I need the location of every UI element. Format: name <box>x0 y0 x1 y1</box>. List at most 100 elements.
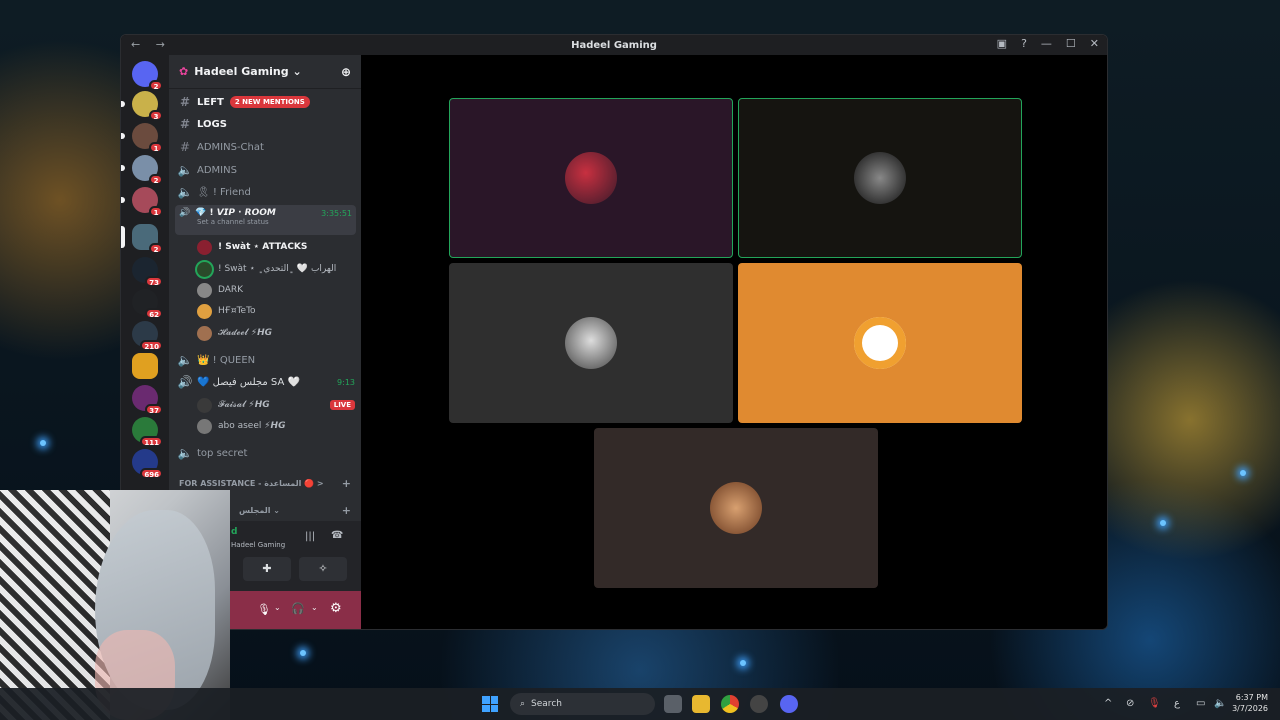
channel-left[interactable]: # LEFT 2 NEW MENTIONS <box>177 92 355 112</box>
inbox-icon[interactable]: ▣ <box>997 37 1007 50</box>
participant-tile[interactable] <box>594 428 878 588</box>
avatar <box>197 325 212 341</box>
server-icon[interactable] <box>132 353 158 379</box>
close-button[interactable]: ✕ <box>1090 37 1099 50</box>
glow-light <box>1240 470 1246 476</box>
discord-taskbar-icon[interactable] <box>780 695 798 713</box>
glow-light <box>1160 520 1166 526</box>
window-controls: ▣ ? — ☐ ✕ <box>997 37 1099 50</box>
avatar <box>197 239 212 255</box>
speaker-icon: 🔈 <box>177 446 193 460</box>
task-view-icon[interactable] <box>664 695 682 713</box>
channel-friend[interactable]: 🔈 🎗 ! Friend <box>177 182 355 202</box>
channel-top-secret[interactable]: 🔈 top secret <box>177 443 355 463</box>
channel-status[interactable]: Set a channel status <box>175 218 356 226</box>
soundboard-button[interactable]: ✧ <box>299 557 347 581</box>
server-icon[interactable]: 696 <box>132 449 163 479</box>
category-assistance[interactable]: FOR ASSISTANCE - المساعدة 🔴 > + <box>179 477 351 490</box>
channel-vip-room[interactable]: 🔊 💎 ! 𝙑𝙄𝙋 · 𝙍𝙊𝙊𝙈 3:35:51 Set a channel s… <box>175 205 356 235</box>
avatar <box>197 303 212 319</box>
avatar <box>710 482 762 534</box>
chevron-down-icon[interactable]: ⌄ <box>311 603 318 612</box>
speaker-active-icon: 🔊 <box>179 208 191 218</box>
microphone-icon[interactable]: 🎙 <box>257 603 271 616</box>
speaker-icon: 🔈 <box>177 163 193 177</box>
avatar <box>197 397 212 413</box>
add-channel-icon[interactable]: + <box>342 477 351 490</box>
volume-icon[interactable]: 🔈 <box>1214 698 1226 709</box>
vip-timer: 3:35:51 <box>321 208 352 218</box>
maximize-button[interactable]: ☐ <box>1066 37 1076 50</box>
headphones-icon[interactable]: 🎧 <box>291 602 305 615</box>
server-icon[interactable]: 1 <box>121 187 163 217</box>
voice-status: d <box>231 527 238 537</box>
minimize-button[interactable]: — <box>1041 37 1052 50</box>
server-icon[interactable]: 62 <box>132 289 163 319</box>
hash-icon: # <box>179 140 191 154</box>
voice-user[interactable]: 𝓗𝓪𝓭𝓮𝓮𝓵 ⚡𝙃𝙂 <box>197 323 355 343</box>
voice-user[interactable]: abo aseel ⚡𝙃𝙂 <box>197 416 355 436</box>
clock-date: 3/7/2026 <box>1232 704 1268 713</box>
server-icon[interactable]: 2 <box>121 155 163 185</box>
server-icon[interactable]: 73 <box>132 257 163 287</box>
chevron-up-icon[interactable]: ^ <box>1104 698 1112 709</box>
speaker-active-icon: 🔊 <box>177 375 193 389</box>
chrome-icon[interactable] <box>721 695 739 713</box>
avatar <box>197 282 212 298</box>
microphone-icon[interactable]: 🎙 <box>1148 698 1161 709</box>
avatar <box>565 152 617 204</box>
voice-user[interactable]: HҒ¤TeTo <box>197 301 355 321</box>
monitor-icon[interactable]: ▭ <box>1196 698 1205 709</box>
disconnect-icon[interactable]: ☎ <box>331 530 343 541</box>
windows-start-icon[interactable] <box>482 696 498 712</box>
channel-majlis-sa[interactable]: 🔊 💙 مجلس فيصل SA 🤍 9:13 <box>177 372 355 392</box>
participant-tile[interactable] <box>449 263 733 423</box>
server-icon[interactable]: 1 <box>121 123 163 153</box>
voice-user[interactable]: 𝓕𝓪𝓲𝓼𝓪𝓵 ⚡𝙃𝙂 LIVE <box>197 395 355 415</box>
hash-icon: # <box>179 95 191 109</box>
participant-tile[interactable] <box>449 98 733 258</box>
server-icon[interactable]: 210 <box>132 321 163 351</box>
sa-timer: 9:13 <box>337 377 355 387</box>
voice-user[interactable]: DARK <box>197 280 355 300</box>
voice-user[interactable]: ! Swàt ⋆ الهراب 🤍 ﮼اﻟﺘﺤﺪﻱ﮼ <box>197 259 355 279</box>
server-icon[interactable]: 3 <box>121 91 163 121</box>
channel-admins[interactable]: 🔈 ADMINS <box>177 160 355 180</box>
discord-home-icon[interactable]: 2 <box>132 61 163 91</box>
app-icon[interactable] <box>750 695 768 713</box>
channel-queen[interactable]: 🔈 👑 ! QUEEN <box>177 350 355 370</box>
voice-user[interactable]: ! Swàt ⋆ ATTACKS <box>197 237 355 257</box>
participant-tile[interactable] <box>738 263 1022 423</box>
help-icon[interactable]: ? <box>1021 37 1027 50</box>
glow-light <box>40 440 46 446</box>
soundboard-icon[interactable]: ||| <box>305 531 315 542</box>
activities-button[interactable]: ✚ <box>243 557 291 581</box>
clock[interactable]: 6:37 PM 3/7/2026 <box>1232 692 1268 714</box>
taskbar-search[interactable]: ⌕ Search <box>510 693 655 715</box>
participant-tile[interactable] <box>738 98 1022 258</box>
network-off-icon[interactable]: ⊘ <box>1126 698 1134 709</box>
chevron-down-icon[interactable]: ⌄ <box>274 603 281 612</box>
avatar <box>197 261 212 277</box>
file-explorer-icon[interactable] <box>692 695 710 713</box>
speaker-icon: 🔈 <box>177 353 193 367</box>
live-badge: LIVE <box>329 400 355 410</box>
voice-server: Hadeel Gaming <box>231 541 286 549</box>
channel-admins-chat[interactable]: # ADMINS-Chat <box>177 137 355 157</box>
title-bar: ← → Hadeel Gaming ▣ ? — ☐ ✕ <box>121 35 1107 55</box>
avatar <box>854 152 906 204</box>
add-channel-icon[interactable]: + <box>342 504 351 517</box>
input-language[interactable]: ع <box>1174 698 1180 709</box>
avatar <box>197 418 212 434</box>
search-icon: ⌕ <box>520 699 526 709</box>
server-header[interactable]: ✿ Hadeel Gaming ⌄ ⊕ <box>169 55 361 89</box>
channel-logs[interactable]: # LOGS <box>177 114 355 134</box>
avatar <box>565 317 617 369</box>
server-icon[interactable]: 111 <box>132 417 163 447</box>
gear-icon[interactable]: ⚙ <box>330 601 342 616</box>
server-icon[interactable]: 37 <box>132 385 163 415</box>
mention-badge[interactable]: 2 NEW MENTIONS <box>229 96 310 108</box>
add-member-icon[interactable]: ⊕ <box>341 65 351 79</box>
window-title: Hadeel Gaming <box>571 39 657 51</box>
server-icon-active[interactable]: 2 <box>121 224 163 254</box>
